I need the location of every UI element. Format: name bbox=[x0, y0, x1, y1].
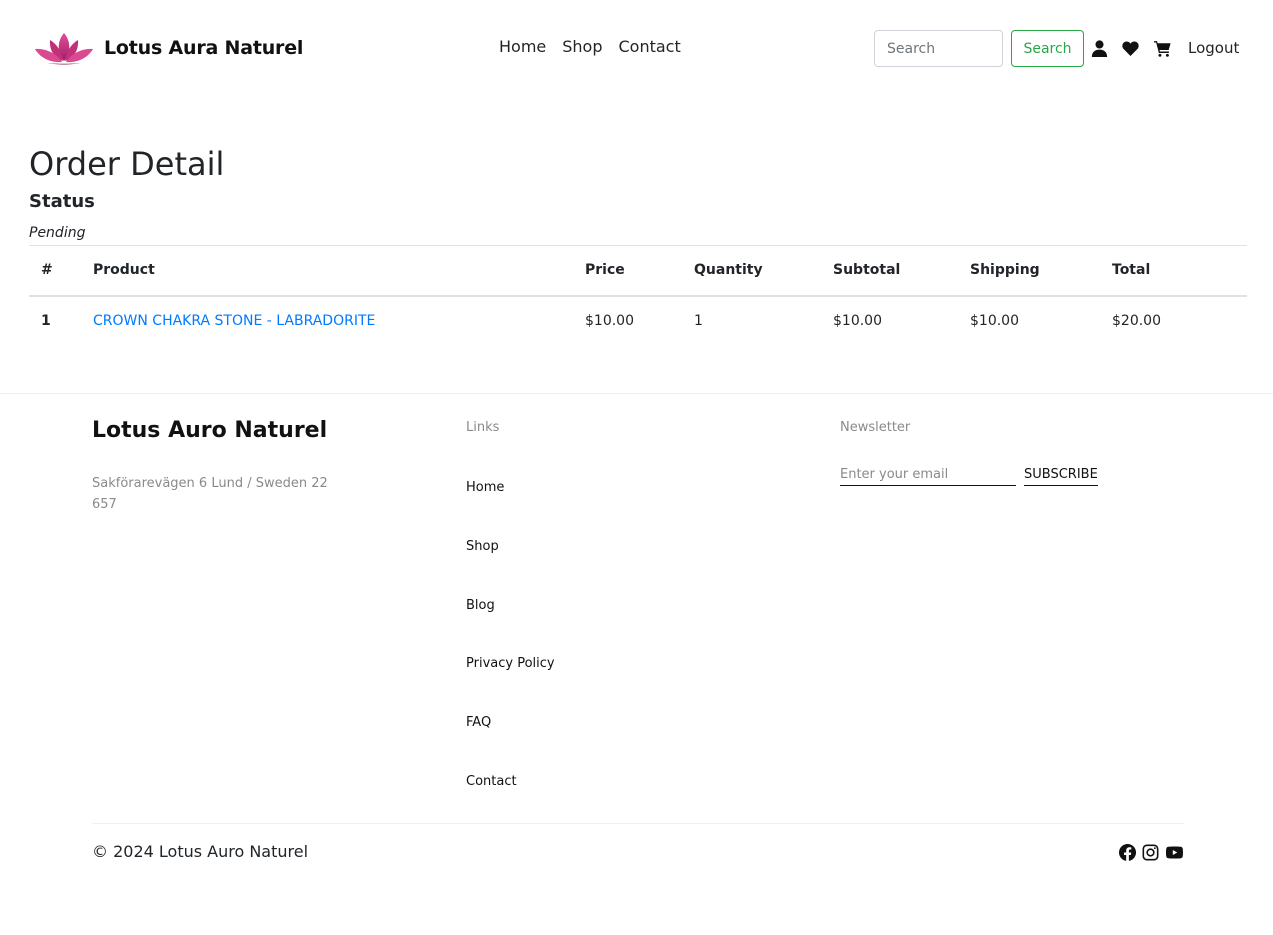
cart-icon[interactable] bbox=[1153, 38, 1171, 58]
row-subtotal: $10.00 bbox=[833, 313, 882, 329]
footer-link-home[interactable]: Home bbox=[466, 479, 555, 538]
newsletter-title: Newsletter bbox=[840, 420, 911, 435]
footer-brand-name: Lotus Auro Naturel bbox=[92, 418, 328, 443]
nav-shop[interactable]: Shop bbox=[562, 36, 602, 58]
column-header-subtotal: Subtotal bbox=[821, 245, 958, 297]
subscribe-button[interactable]: SUBSCRIBE bbox=[1024, 464, 1098, 486]
footer-link-blog[interactable]: Blog bbox=[466, 597, 555, 656]
order-table: # Product Price Quantity Subtotal Shippi… bbox=[29, 245, 1247, 346]
site-footer: Lotus Auro Naturel Sakförarevägen 6 Lund… bbox=[0, 393, 1273, 935]
status-heading: Status bbox=[29, 191, 95, 212]
footer-divider bbox=[92, 823, 1184, 824]
newsletter-email-input[interactable] bbox=[840, 464, 1016, 486]
row-shipping: $10.00 bbox=[970, 313, 1019, 329]
footer-link-faq[interactable]: FAQ bbox=[466, 714, 555, 773]
facebook-icon[interactable] bbox=[1119, 844, 1136, 861]
table-row: 1 CROWN CHAKRA STONE - LABRADORITE $10.0… bbox=[29, 296, 1247, 346]
brand-name: Lotus Aura Naturel bbox=[104, 37, 304, 59]
row-index: 1 bbox=[41, 313, 51, 329]
youtube-icon[interactable] bbox=[1166, 844, 1183, 861]
logout-link[interactable]: Logout bbox=[1188, 38, 1239, 58]
copyright-text: © 2024 Lotus Auro Naturel bbox=[92, 842, 309, 861]
row-quantity: 1 bbox=[694, 313, 703, 329]
top-navbar: Lotus Aura Naturel Home Shop Contact Sea… bbox=[0, 0, 1273, 96]
column-header-index: # bbox=[29, 245, 81, 297]
footer-links-list: Home Shop Blog Privacy Policy FAQ Contac… bbox=[466, 479, 555, 832]
user-icon[interactable] bbox=[1090, 38, 1108, 58]
status-value: Pending bbox=[29, 225, 86, 241]
column-header-price: Price bbox=[573, 245, 682, 297]
row-product-cell: CROWN CHAKRA STONE - LABRADORITE bbox=[81, 296, 573, 346]
column-header-total: Total bbox=[1100, 245, 1247, 297]
lotus-logo-icon bbox=[32, 31, 96, 65]
footer-link-privacy-policy[interactable]: Privacy Policy bbox=[466, 655, 555, 714]
row-price: $10.00 bbox=[585, 313, 634, 329]
table-header-row: # Product Price Quantity Subtotal Shippi… bbox=[29, 245, 1247, 297]
product-link[interactable]: CROWN CHAKRA STONE - LABRADORITE bbox=[93, 313, 375, 329]
column-header-quantity: Quantity bbox=[682, 245, 821, 297]
column-header-shipping: Shipping bbox=[958, 245, 1100, 297]
column-header-product: Product bbox=[81, 245, 573, 297]
instagram-icon[interactable] bbox=[1142, 844, 1159, 861]
search-button[interactable]: Search bbox=[1011, 30, 1084, 67]
nav-contact[interactable]: Contact bbox=[619, 36, 681, 58]
heart-icon[interactable] bbox=[1121, 38, 1139, 58]
main-nav: Home Shop Contact bbox=[499, 36, 697, 58]
page-title: Order Detail bbox=[29, 145, 225, 183]
footer-links-title: Links bbox=[466, 420, 500, 435]
footer-link-shop[interactable]: Shop bbox=[466, 538, 555, 597]
search-input[interactable] bbox=[874, 30, 1003, 67]
brand-link[interactable]: Lotus Aura Naturel bbox=[32, 30, 303, 66]
footer-address: Sakförarevägen 6 Lund / Sweden 22 657 bbox=[92, 476, 328, 512]
nav-home[interactable]: Home bbox=[499, 36, 546, 58]
row-total: $20.00 bbox=[1112, 313, 1161, 329]
